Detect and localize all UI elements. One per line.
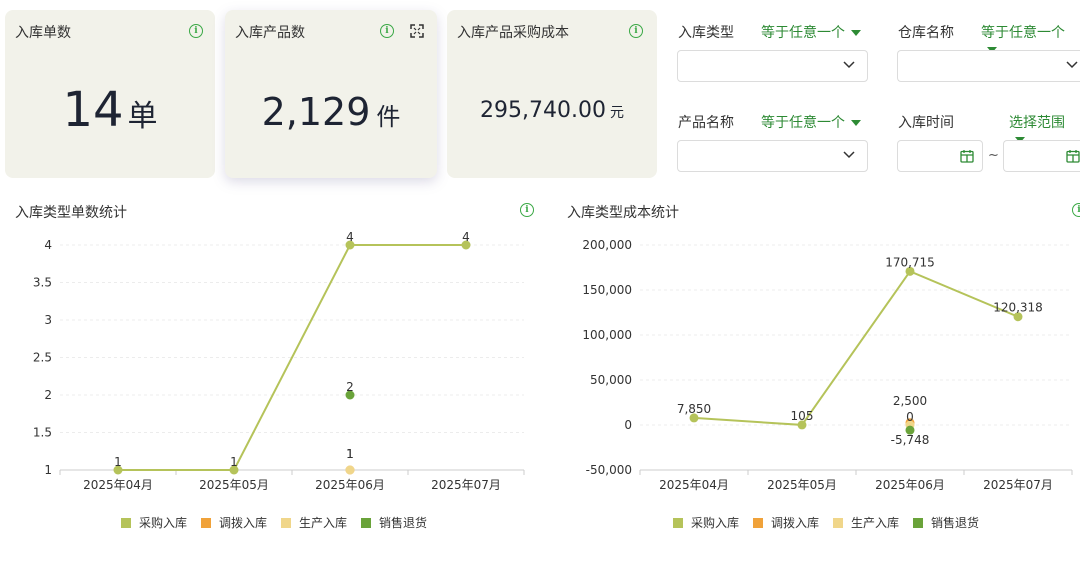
data-label: 2 — [346, 380, 354, 394]
x-tick-label: 2025年05月 — [767, 478, 837, 492]
filter-op-product[interactable]: 等于任意一个 — [761, 112, 861, 132]
start-date-input[interactable] — [897, 140, 983, 172]
info-icon[interactable]: i — [629, 24, 643, 38]
legend-count: 采购入库 调拨入库 生产入库 销售退货 — [121, 514, 427, 531]
y-tick-label: 0 — [624, 418, 632, 432]
legend-swatch — [753, 517, 764, 528]
filter-label-time: 入库时间 — [898, 115, 954, 131]
chevron-down-icon — [843, 61, 855, 69]
chart-title-count: 入库类型单数统计 — [15, 205, 127, 221]
data-label: 1 — [346, 447, 354, 461]
y-tick-label: 1.5 — [33, 426, 52, 440]
chevron-down-icon — [1066, 61, 1078, 69]
info-icon[interactable]: i — [189, 24, 203, 38]
filter-label-product: 产品名称 — [678, 115, 734, 131]
card-value: 295,740.00 元 — [480, 98, 624, 123]
kpi-card-cost[interactable]: 入库产品采购成本 i 295,740.00 元 — [447, 10, 657, 178]
data-label: 105 — [791, 409, 814, 423]
series-line — [693, 270, 1019, 426]
end-date-input[interactable] — [1003, 140, 1080, 172]
x-tick-label: 2025年06月 — [315, 478, 385, 492]
legend-swatch — [121, 517, 131, 528]
card-title: 入库产品数 — [235, 25, 305, 41]
legend-item[interactable]: 采购入库 — [121, 514, 187, 531]
x-tick-label: 2025年04月 — [83, 478, 153, 492]
card-title: 入库产品采购成本 — [457, 25, 569, 41]
legend-item[interactable]: 生产入库 — [281, 514, 347, 531]
count-chart: 1 1.5 2 2.5 3 3.5 4 2025年04月 2025年05月 2025年06月 202… — [33, 230, 525, 492]
warehouse-select[interactable] — [897, 50, 1080, 82]
y-tick-label: 50,000 — [590, 373, 632, 387]
chart-title-cost: 入库类型成本统计 — [567, 205, 679, 221]
y-tick-label: 3 — [44, 313, 52, 327]
filter-label-warehouse: 仓库名称 — [898, 25, 954, 41]
legend-item[interactable]: 生产入库 — [833, 514, 899, 531]
info-icon[interactable]: i — [520, 203, 534, 217]
data-label: 120,318 — [993, 301, 1043, 315]
card-value: 2,129 件 — [261, 90, 401, 134]
info-icon[interactable]: i — [380, 24, 394, 38]
legend-swatch — [201, 517, 212, 528]
legend-swatch — [913, 517, 924, 528]
y-tick-label: 200,000 — [582, 238, 632, 252]
y-tick-label: 100,000 — [582, 328, 632, 342]
y-tick-label: 4 — [44, 238, 52, 252]
info-icon[interactable]: i — [1072, 203, 1080, 217]
legend-item[interactable]: 销售退货 — [913, 514, 979, 531]
legend-item[interactable]: 销售退货 — [361, 514, 427, 531]
data-label: -5,748 — [891, 433, 930, 447]
filter-op-type[interactable]: 等于任意一个 — [761, 22, 861, 42]
cost-chart: -50,000 0 50,000 100,000 150,000 200,000 2025年… — [582, 238, 1073, 492]
legend-cost: 采购入库 调拨入库 生产入库 销售退货 — [673, 514, 979, 531]
x-tick-label: 2025年07月 — [983, 478, 1053, 492]
data-label: 1 — [114, 455, 122, 469]
legend-item[interactable]: 采购入库 — [673, 514, 739, 531]
card-title: 入库单数 — [15, 25, 71, 41]
x-tick-label: 2025年07月 — [431, 478, 501, 492]
filter-label-type: 入库类型 — [678, 25, 734, 41]
x-tick-label: 2025年04月 — [659, 478, 729, 492]
data-label: 4 — [346, 230, 354, 244]
y-tick-label: 150,000 — [582, 283, 632, 297]
caret-down-icon — [851, 30, 861, 36]
card-value: 14 单 — [62, 82, 158, 138]
calendar-icon — [960, 150, 974, 163]
legend-swatch — [833, 517, 844, 528]
caret-down-icon — [851, 120, 861, 126]
x-tick-label: 2025年05月 — [199, 478, 269, 492]
y-tick-label: -50,000 — [586, 463, 632, 477]
data-label: 4 — [462, 230, 470, 244]
expand-icon[interactable] — [410, 24, 424, 38]
data-label: 170,715 — [885, 255, 935, 269]
date-range-separator: ~ — [988, 148, 999, 163]
data-label: 7,850 — [677, 402, 711, 416]
y-tick-label: 2 — [44, 388, 52, 402]
kpi-card-orders[interactable]: 入库单数 i 14 单 — [5, 10, 215, 178]
y-tick-label: 2.5 — [33, 351, 52, 365]
chevron-down-icon — [843, 151, 855, 159]
data-label: 0 — [906, 410, 914, 424]
data-point — [345, 465, 355, 475]
legend-swatch — [673, 517, 683, 528]
legend-item[interactable]: 调拨入库 — [753, 514, 819, 531]
type-select[interactable] — [677, 50, 868, 82]
data-label: 2,500 — [893, 394, 927, 408]
y-tick-label: 3.5 — [33, 276, 52, 290]
data-label: 1 — [230, 455, 238, 469]
y-tick-label: 1 — [44, 463, 52, 477]
legend-swatch — [281, 517, 292, 528]
x-tick-label: 2025年06月 — [875, 478, 945, 492]
legend-swatch — [361, 517, 372, 528]
legend-item[interactable]: 调拨入库 — [201, 514, 267, 531]
kpi-card-products[interactable]: 入库产品数 i 2,129 件 — [225, 10, 437, 178]
product-select[interactable] — [677, 140, 868, 172]
calendar-icon — [1066, 150, 1080, 163]
